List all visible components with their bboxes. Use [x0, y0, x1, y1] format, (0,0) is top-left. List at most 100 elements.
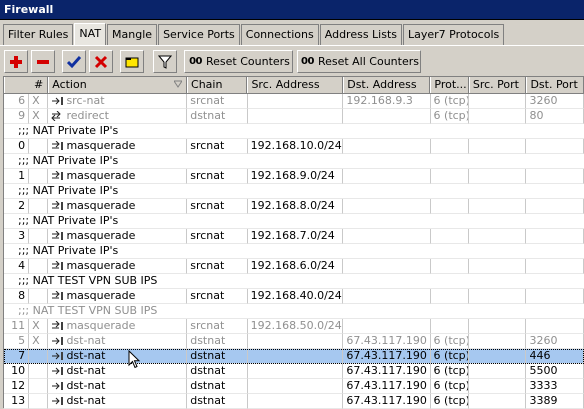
rule-protocol: 6 (tcp) — [430, 334, 469, 349]
rule-number: 4 — [4, 259, 30, 274]
tab-filter-rules[interactable]: Filter Rules — [3, 24, 74, 45]
rule-action-label: src-nat — [66, 94, 105, 107]
rule-comment: ;;; NAT TEST VPN SUB IPS — [4, 274, 584, 289]
toolbar: 00 Reset Counters 00 Reset All Counters — [0, 45, 584, 75]
col-header-chain[interactable]: Chain — [187, 77, 248, 93]
table-row[interactable]: 0 masquerade srcnat 192.168.10.0/24 — [4, 139, 584, 154]
rule-action: masquerade — [48, 199, 188, 214]
col-header-src-port[interactable]: Src. Port — [468, 77, 527, 93]
rule-number: 1 — [4, 169, 30, 184]
dstnat-icon — [52, 367, 64, 375]
col-header-action[interactable]: Action — [48, 77, 188, 93]
filter-icon — [158, 55, 172, 69]
col-header-src-address[interactable]: Src. Address — [247, 77, 344, 93]
checkmark-icon — [67, 55, 81, 68]
masquerade-icon — [52, 141, 64, 150]
comment-icon — [125, 57, 139, 67]
rule-comment: ;;; NAT Private IP's — [4, 184, 584, 199]
rule-flag — [29, 169, 49, 184]
masquerade-icon — [52, 321, 64, 330]
rule-action: dst-nat — [48, 349, 188, 364]
rule-src-address — [247, 109, 344, 124]
dstnat-icon — [52, 397, 64, 405]
tab-nat[interactable]: NAT — [74, 23, 107, 45]
rule-number: 7 — [4, 349, 30, 364]
col-header-protocol[interactable]: Prot... — [430, 77, 469, 93]
rule-src-address: 192.168.8.0/24 — [247, 199, 344, 214]
rule-protocol: 6 (tcp) — [430, 364, 469, 379]
rule-protocol — [430, 289, 469, 304]
rule-protocol — [430, 259, 469, 274]
rule-dst-address: 67.43.117.190 — [343, 394, 431, 409]
table-row[interactable]: 5 Xdst-nat dstnat 67.43.117.190 6 (tcp) 3260 — [4, 334, 584, 349]
rule-src-port — [468, 259, 527, 274]
col-header-number[interactable]: # — [4, 77, 49, 93]
tab-service-ports[interactable]: Service Ports — [158, 24, 240, 45]
table-row[interactable]: 11 Xmasquerade srcnat 192.168.50.0/24 — [4, 319, 584, 334]
table-row[interactable]: 8 masquerade srcnat 192.168.40.0/24 — [4, 289, 584, 304]
table-row[interactable]: 1 masquerade srcnat 192.168.9.0/24 — [4, 169, 584, 184]
rule-src-port — [468, 199, 527, 214]
filter-button[interactable] — [153, 50, 177, 73]
rule-dst-port — [526, 199, 584, 214]
rule-src-address: 192.168.10.0/24 — [247, 139, 344, 154]
table-row[interactable]: 10 dst-nat dstnat 67.43.117.190 6 (tcp) 5500 — [4, 364, 584, 379]
rule-action-label: dst-nat — [66, 364, 106, 377]
rule-flag — [29, 394, 49, 409]
rule-action-label: dst-nat — [66, 394, 106, 407]
rule-dst-port: 3333 — [526, 379, 584, 394]
masquerade-icon — [52, 201, 64, 210]
rule-chain: srcnat — [187, 169, 248, 184]
rule-protocol — [430, 319, 469, 334]
table-row[interactable]: 12 dst-nat dstnat 67.43.117.190 6 (tcp) 3333 — [4, 379, 584, 394]
disable-button[interactable] — [89, 50, 113, 73]
rule-dst-address — [343, 139, 431, 154]
table-row[interactable]: 13 dst-nat dstnat 67.43.117.190 6 (tcp) 3389 — [4, 394, 584, 409]
nat-rules-table: # Action Chain Src. Address Dst. Address… — [3, 76, 584, 409]
comment-button[interactable] — [120, 50, 144, 73]
rule-src-port — [468, 379, 527, 394]
rule-action-label: masquerade — [66, 319, 136, 332]
rule-action-label: masquerade — [66, 169, 136, 182]
rule-chain: srcnat — [187, 319, 248, 334]
col-header-dst-address[interactable]: Dst. Address — [343, 77, 431, 93]
rule-chain: dstnat — [187, 349, 248, 364]
table-row[interactable]: 9 Xredirect dstnat 6 (tcp) 80 — [4, 109, 584, 124]
sort-down-icon — [174, 80, 183, 88]
rule-comment: ;;; NAT TEST VPN SUB IPS — [4, 304, 584, 319]
rule-chain: srcnat — [187, 199, 248, 214]
rule-flag: X — [29, 319, 49, 334]
rule-src-port — [468, 229, 527, 244]
table-body: 6 Xsrc-nat srcnat 192.168.9.3 6 (tcp) 3260 9 Xr… — [4, 94, 584, 409]
enable-button[interactable] — [62, 50, 86, 73]
rule-dst-port: 3389 — [526, 394, 584, 409]
reset-all-counters-button[interactable]: 00 Reset All Counters — [297, 50, 421, 73]
remove-button[interactable] — [31, 50, 55, 73]
rule-action: masquerade — [48, 169, 188, 184]
minus-icon — [37, 59, 49, 64]
table-row[interactable]: 6 Xsrc-nat srcnat 192.168.9.3 6 (tcp) 3260 — [4, 94, 584, 109]
rule-chain: dstnat — [187, 364, 248, 379]
tab-mangle[interactable]: Mangle — [107, 24, 158, 45]
table-row[interactable]: 7 dst-nat dstnat 67.43.117.190 6 (tcp) 446 — [4, 349, 584, 364]
rule-src-port — [468, 289, 527, 304]
window-title: Firewall — [0, 0, 584, 20]
table-row[interactable]: 4 masquerade srcnat 192.168.6.0/24 — [4, 259, 584, 274]
tab-connections[interactable]: Connections — [240, 24, 319, 45]
rule-chain: dstnat — [187, 109, 248, 124]
counter-icon: 00 — [189, 56, 202, 67]
tab-layer7-protocols[interactable]: Layer7 Protocols — [403, 24, 505, 45]
rule-src-address — [247, 364, 344, 379]
table-row[interactable]: 3 masquerade srcnat 192.168.7.0/24 — [4, 229, 584, 244]
reset-counters-button[interactable]: 00 Reset Counters — [184, 50, 293, 73]
tab-address-lists[interactable]: Address Lists — [319, 24, 403, 45]
add-button[interactable] — [4, 50, 28, 73]
table-row[interactable]: 2 masquerade srcnat 192.168.8.0/24 — [4, 199, 584, 214]
col-header-dst-port[interactable]: Dst. Port — [526, 77, 584, 93]
rule-number: 9 — [4, 109, 30, 124]
dstnat-icon — [52, 352, 64, 360]
rule-src-address — [247, 334, 344, 349]
rule-dst-port — [526, 169, 584, 184]
rule-src-address: 192.168.40.0/24 — [247, 289, 344, 304]
rule-action-label: masquerade — [66, 289, 136, 302]
